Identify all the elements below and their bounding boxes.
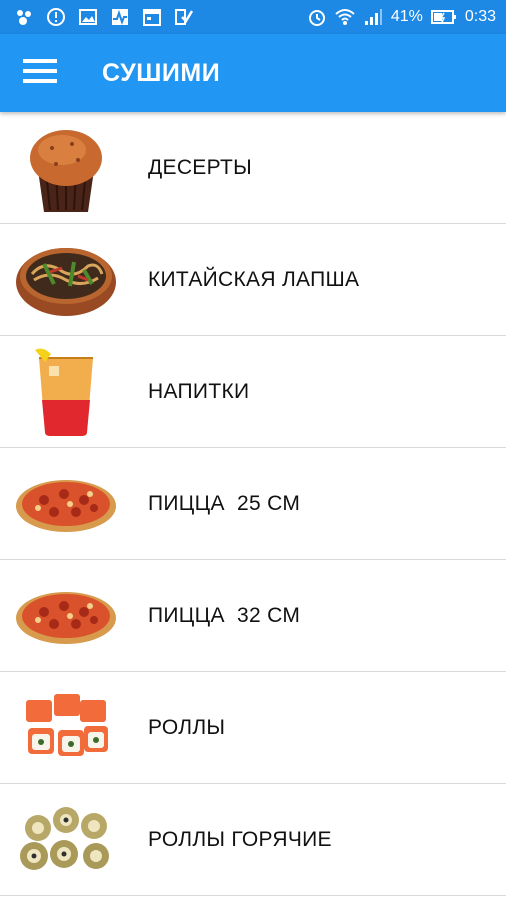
hamburger-menu-icon [23,58,57,89]
category-label: ПИЦЦА 25 СМ [148,491,301,515]
category-label: РОЛЛЫ ГОРЯЧИЕ [148,827,332,851]
category-label: НАПИТКИ [148,379,250,403]
category-item-drinks[interactable]: НАПИТКИ [0,336,506,448]
signal-icon [363,7,383,27]
alert-icon [46,7,66,27]
category-label: ДЕСЕРТЫ [148,155,252,179]
category-item-pizza-32[interactable]: ПИЦЦА 32 СМ [0,560,506,672]
noodle-bowl-image [14,230,118,330]
battery-icon [430,7,457,27]
wifi-icon [335,7,355,27]
pizza-image [14,566,118,666]
category-label: РОЛЛЫ [148,715,226,739]
clock: 0:33 [464,8,496,25]
category-list: ДЕСЕРТЫ КИТАЙСКАЯ ЛАПША НАПИТКИ ПИЦЦА 25… [0,112,506,896]
app-icon [14,7,34,27]
battery-percent: 41% [390,8,423,25]
drink-glass-image [14,342,118,442]
menu-button[interactable] [0,34,80,112]
alarm-icon [307,7,327,27]
check-icon [174,7,194,27]
category-label: КИТАЙСКАЯ ЛАПША [148,267,360,291]
category-item-chinese-noodles[interactable]: КИТАЙСКАЯ ЛАПША [0,224,506,336]
activity-icon [110,7,130,27]
salmon-rolls-image [14,678,118,778]
app-bar: СУШИМИ [0,34,506,112]
category-label: ПИЦЦА 32 СМ [148,603,301,627]
page-title: СУШИМИ [102,58,221,87]
category-item-desserts[interactable]: ДЕСЕРТЫ [0,112,506,224]
status-left-icons [14,7,194,27]
category-item-pizza-25[interactable]: ПИЦЦА 25 СМ [0,448,506,560]
category-item-rolls[interactable]: РОЛЛЫ [0,672,506,784]
category-item-hot-rolls[interactable]: РОЛЛЫ ГОРЯЧИЕ [0,784,506,896]
status-bar: 41% 0:33 [0,0,506,34]
muffin-image [14,118,118,218]
hot-rolls-image [14,790,118,890]
pizza-image [14,454,118,554]
status-right-icons: 41% 0:33 [307,7,496,27]
image-icon [78,7,98,27]
calendar-icon [142,7,162,27]
